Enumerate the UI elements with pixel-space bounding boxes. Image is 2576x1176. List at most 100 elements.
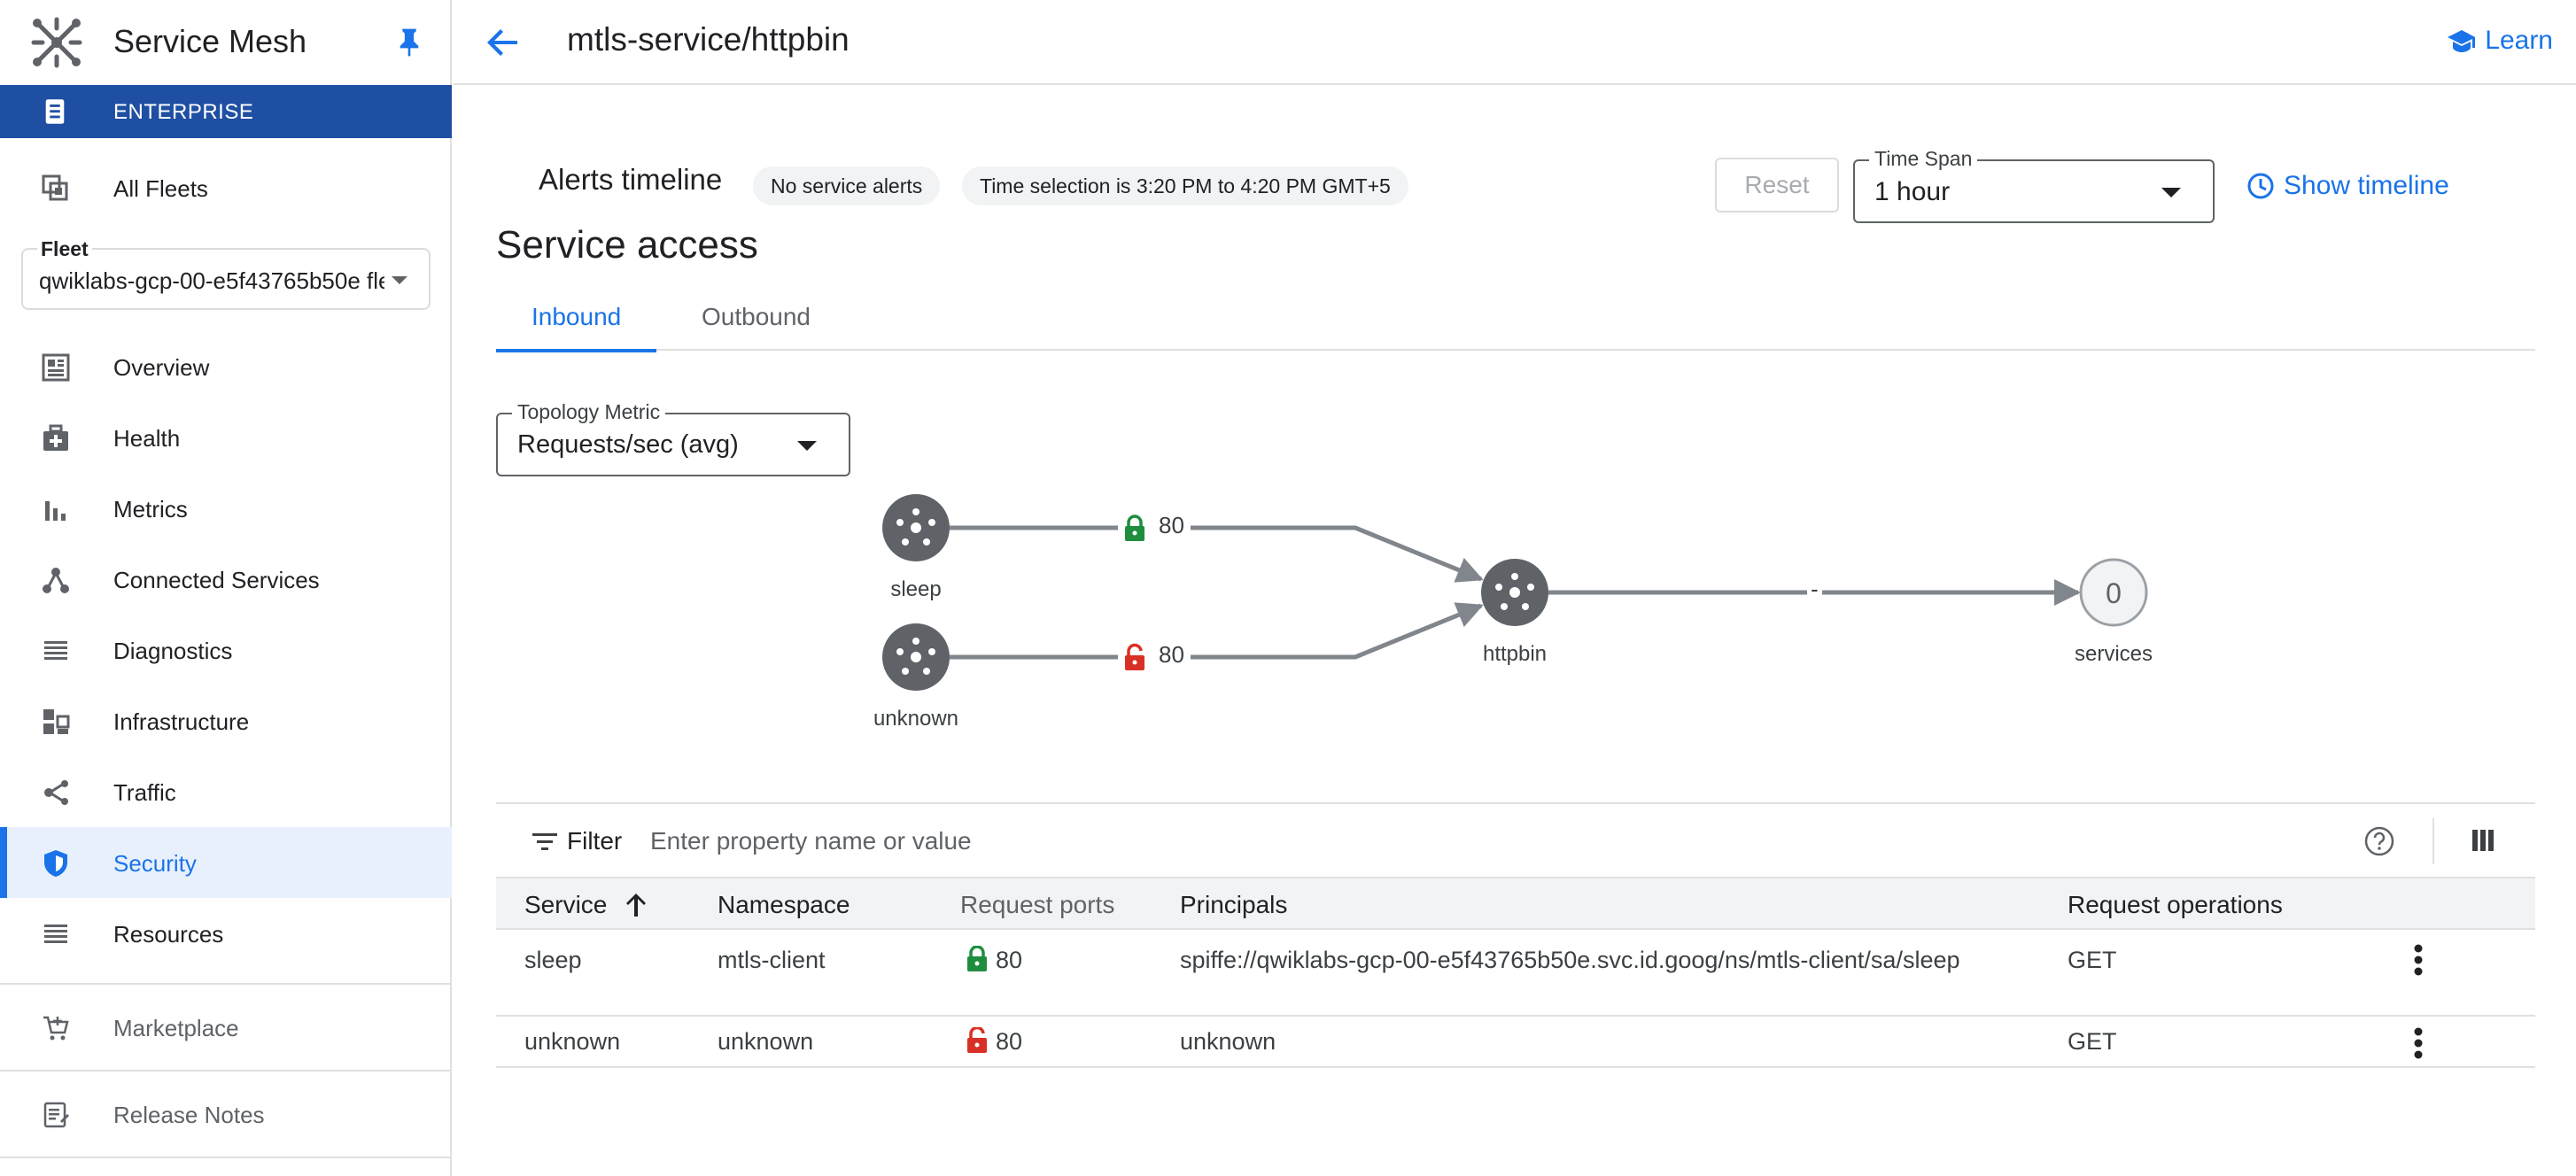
chevron-down-icon: [2161, 188, 2181, 197]
overview-icon: [42, 353, 70, 382]
column-header-principals[interactable]: Principals: [1180, 891, 1287, 919]
chevron-down-icon: [392, 276, 407, 284]
show-timeline-label: Show timeline: [2284, 171, 2449, 200]
filter-label: Filter: [567, 827, 623, 855]
sidebar-item-release-notes[interactable]: Release Notes: [0, 1079, 452, 1149]
reset-button[interactable]: Reset: [1715, 158, 1839, 213]
sidebar-item-diagnostics[interactable]: Diagnostics: [0, 615, 452, 685]
page-title: mtls-service/httpbin: [567, 21, 850, 58]
node-unknown[interactable]: [882, 623, 950, 691]
node-sleep[interactable]: [882, 494, 950, 561]
release-notes-icon: [43, 1102, 69, 1128]
chevron-down-icon: [797, 441, 817, 451]
cell-request-port: 80: [966, 1024, 1022, 1059]
cell-service: sleep: [524, 947, 582, 973]
topology-metric-select[interactable]: Topology Metric Requests/sec (avg): [496, 400, 850, 476]
fleets-icon: [42, 174, 68, 201]
service-access-title: Service access: [496, 223, 758, 267]
filter-bar: Filter: [496, 802, 2535, 877]
node-label: unknown: [873, 707, 959, 731]
sidebar-item-security[interactable]: Security: [0, 827, 452, 898]
fleet-select[interactable]: Fleet qwiklabs-gcp-00-e5f43765b50e fleet: [21, 237, 431, 310]
time-span-value: 1 hour: [1874, 177, 1951, 206]
column-header-label: Service: [524, 891, 608, 918]
enterprise-banner: ENTERPRISE: [0, 85, 452, 138]
connected-services-icon: [43, 568, 69, 593]
learn-button[interactable]: Learn: [2446, 23, 2553, 58]
more-vert-icon[interactable]: [2413, 944, 2424, 976]
column-header-service[interactable]: Service: [524, 891, 649, 919]
lock-open-icon: [967, 1027, 987, 1053]
sidebar-divider: [0, 983, 452, 985]
table-header: Service Namespace Request ports Principa…: [496, 877, 2535, 930]
cell-request-operations: GET: [2068, 1028, 2117, 1055]
toolbar-divider: [2432, 818, 2434, 864]
cell-namespace: unknown: [718, 1028, 814, 1055]
column-header-request-ports[interactable]: Request ports: [960, 891, 1114, 919]
edge-port-label: 80: [1159, 512, 1184, 538]
sidebar-item-marketplace[interactable]: Marketplace: [0, 992, 452, 1063]
help-icon[interactable]: [2363, 825, 2395, 857]
sort-arrow-up-icon: [626, 894, 647, 917]
node-label: httpbin: [1482, 642, 1548, 666]
sidebar-divider: [0, 1070, 452, 1072]
sidebar-item-overview[interactable]: Overview: [0, 331, 452, 402]
service-mesh-logo-icon: [31, 17, 82, 68]
cell-principals: unknown: [1180, 1028, 1276, 1055]
direction-tabs: Inbound Outbound: [496, 296, 2535, 352]
lock-closed-icon: [1125, 514, 1144, 541]
pin-icon[interactable]: [395, 27, 423, 58]
sidebar-item-infrastructure[interactable]: Infrastructure: [0, 685, 452, 756]
filter-icon: [532, 833, 557, 850]
port-value: 80: [996, 1028, 1023, 1055]
sidebar-item-label: Release Notes: [113, 1102, 265, 1128]
diagnostics-icon: [44, 641, 67, 660]
lock-open-icon: [1125, 643, 1144, 670]
topology-metric-value: Requests/sec (avg): [517, 430, 739, 459]
sidebar-item-label: Diagnostics: [113, 638, 233, 664]
sidebar: Service Mesh ENTERPRISE All Fleets Fleet…: [0, 0, 452, 1176]
cell-service: unknown: [524, 1028, 621, 1055]
edge-metric-label: -: [1807, 576, 1822, 603]
page-header: mtls-service/httpbin Learn: [454, 0, 2576, 85]
enterprise-label: ENTERPRISE: [113, 100, 254, 124]
sidebar-item-label: Traffic: [113, 779, 176, 806]
topology-metric-caption: Topology Metric: [512, 400, 666, 424]
alerts-timeline-title: Alerts timeline: [539, 163, 723, 196]
more-vert-icon[interactable]: [2413, 1027, 2424, 1059]
sidebar-item-health[interactable]: Health: [0, 402, 452, 473]
sidebar-divider: [0, 1157, 452, 1158]
infrastructure-icon: [43, 709, 70, 734]
column-display-icon[interactable]: [2470, 827, 2496, 854]
sidebar-item-connected-services[interactable]: Connected Services: [0, 544, 452, 615]
time-span-caption: Time Span: [1869, 147, 1978, 171]
sidebar-item-label: Connected Services: [113, 567, 320, 593]
lock-closed-icon: [967, 946, 987, 971]
show-timeline-button[interactable]: Show timeline: [2246, 168, 2449, 204]
node-label: services: [2074, 642, 2153, 666]
back-arrow-icon[interactable]: [485, 25, 521, 60]
sidebar-item-label: Resources: [113, 921, 224, 948]
sidebar-item-label: Overview: [113, 354, 210, 381]
shield-icon: [44, 850, 67, 877]
filter-input[interactable]: [650, 822, 2068, 861]
enterprise-icon: [45, 99, 65, 124]
learn-label: Learn: [2485, 26, 2553, 55]
time-span-select[interactable]: Time Span 1 hour: [1853, 147, 2215, 223]
brand-bar: Service Mesh: [0, 0, 452, 85]
time-selection-chip: Time selection is 3:20 PM to 4:20 PM GMT…: [962, 166, 1408, 205]
table-row: sleep mtls-client 80 spiffe://qwiklabs-g…: [496, 930, 2535, 1017]
node-label: sleep: [890, 577, 942, 601]
sidebar-item-resources[interactable]: Resources: [0, 898, 452, 969]
fleet-value: qwiklabs-gcp-00-e5f43765b50e fleet: [39, 267, 384, 294]
sidebar-item-label: Metrics: [113, 496, 188, 522]
sidebar-item-metrics[interactable]: Metrics: [0, 473, 452, 544]
all-fleets-link[interactable]: All Fleets: [0, 152, 452, 223]
column-header-namespace[interactable]: Namespace: [718, 891, 850, 919]
column-header-request-operations[interactable]: Request operations: [2068, 891, 2283, 919]
sidebar-item-traffic[interactable]: Traffic: [0, 756, 452, 827]
sidebar-item-label: Security: [113, 850, 197, 877]
tab-inbound[interactable]: Inbound: [496, 303, 657, 352]
node-httpbin[interactable]: [1481, 559, 1548, 626]
tab-outbound[interactable]: Outbound: [666, 303, 846, 351]
